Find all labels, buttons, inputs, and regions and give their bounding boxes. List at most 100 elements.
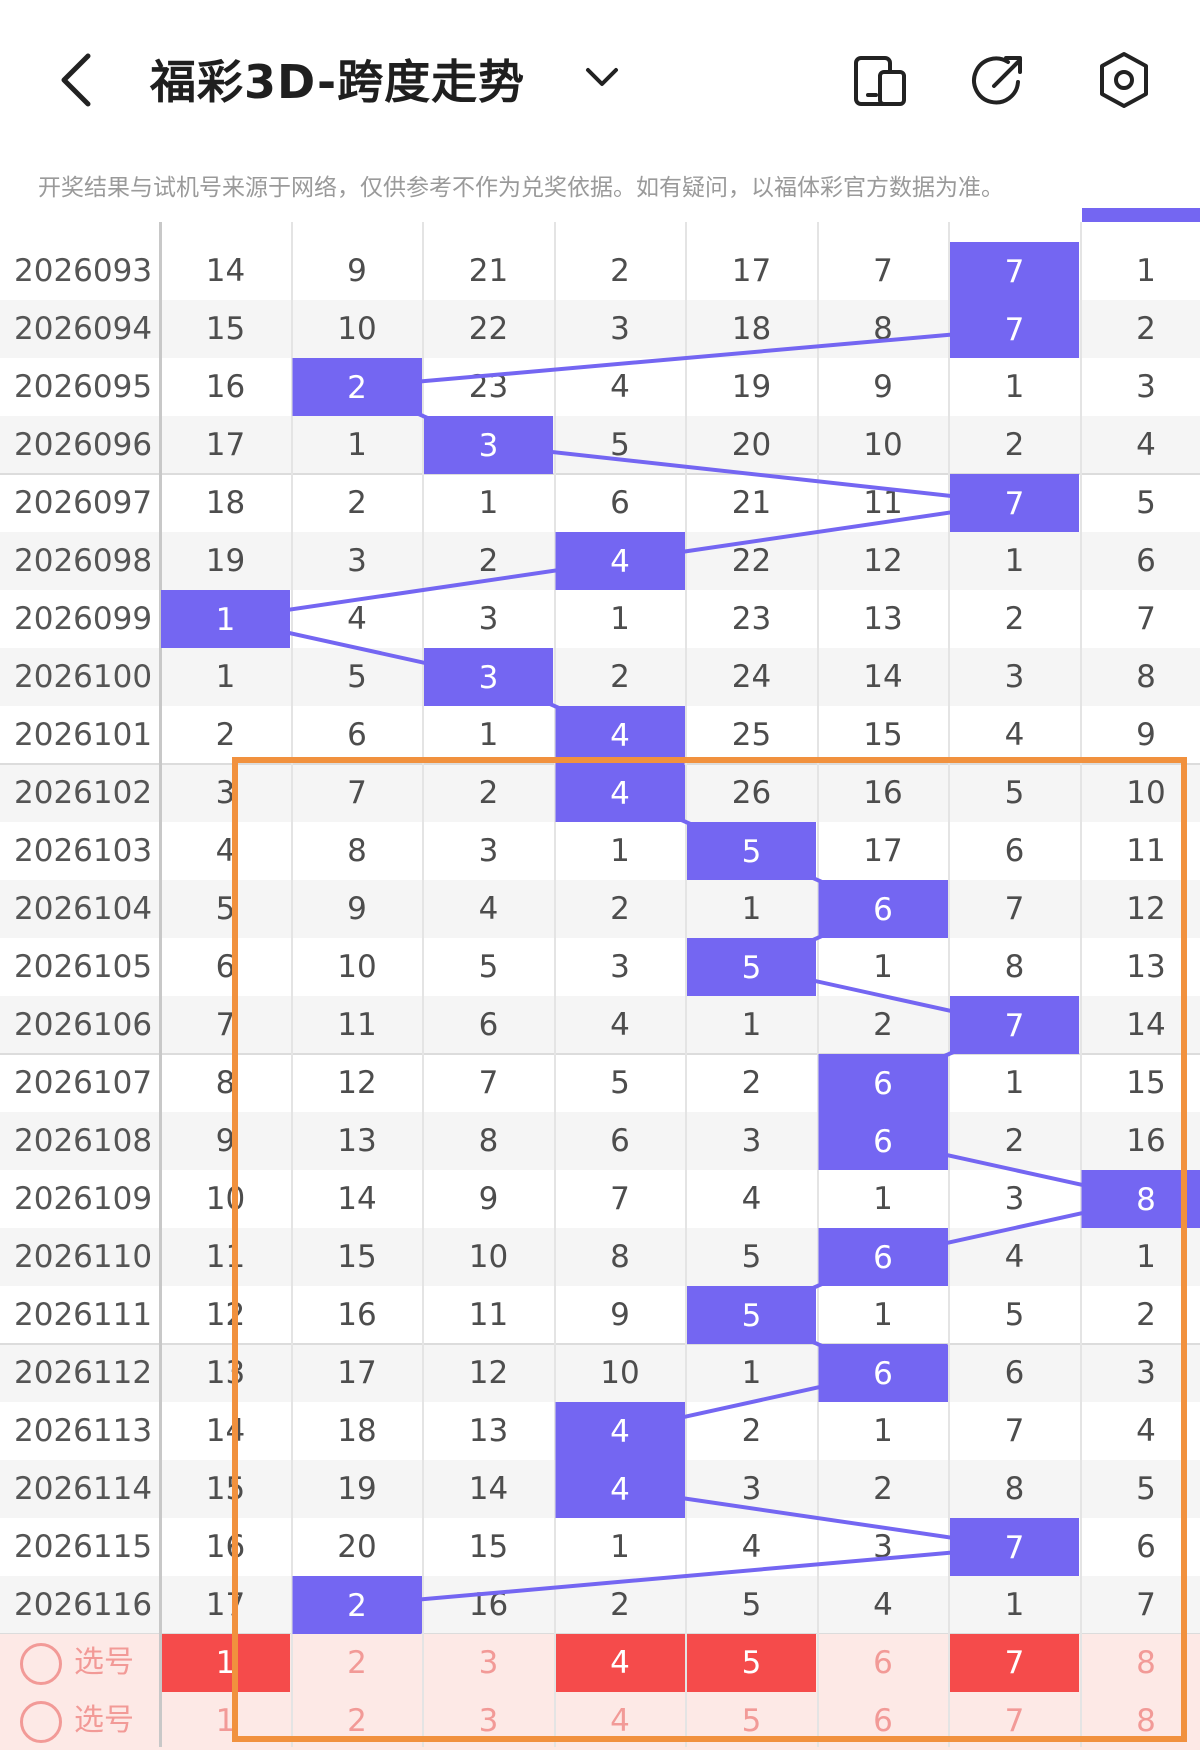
- omission-cell: 3: [424, 590, 553, 648]
- omission-cell: 10: [819, 416, 948, 474]
- omission-cell: 15: [819, 706, 948, 764]
- partial-row-hit: [1082, 208, 1200, 222]
- omission-cell: 24: [687, 648, 816, 706]
- omission-cell: 4: [293, 590, 422, 648]
- select-radio[interactable]: [20, 1643, 62, 1685]
- span-hit-cell: 7: [950, 242, 1079, 300]
- issue-number: 2026113: [14, 1402, 154, 1460]
- omission-cell: 23: [687, 590, 816, 648]
- issue-number: 2026103: [14, 822, 154, 880]
- issue-number: 2026107: [14, 1054, 154, 1112]
- omission-cell: 3: [556, 300, 685, 358]
- issue-number: 2026106: [14, 996, 154, 1054]
- omission-cell: 1: [950, 358, 1079, 416]
- issue-number: 2026099: [14, 590, 154, 648]
- omission-cell: 17: [687, 242, 816, 300]
- omission-cell: 2: [293, 474, 422, 532]
- span-hit-cell: 1: [161, 590, 290, 648]
- omission-cell: 10: [293, 300, 422, 358]
- issue-number: 2026116: [14, 1576, 154, 1634]
- omission-cell: 2: [556, 242, 685, 300]
- issue-number: 2026097: [14, 474, 154, 532]
- omission-cell: 2: [556, 648, 685, 706]
- issue-number: 2026110: [14, 1228, 154, 1286]
- omission-cell: 2: [1082, 300, 1200, 358]
- omission-cell: 3: [950, 648, 1079, 706]
- issue-number: 2026112: [14, 1344, 154, 1402]
- omission-cell: 21: [687, 474, 816, 532]
- omission-cell: 1: [424, 474, 553, 532]
- omission-cell: 6: [1082, 532, 1200, 590]
- omission-cell: 7: [819, 242, 948, 300]
- omission-cell: 14: [161, 242, 290, 300]
- span-hit-cell: 7: [950, 300, 1079, 358]
- issue-number: 2026105: [14, 938, 154, 996]
- span-hit-cell: 4: [556, 706, 685, 764]
- omission-cell: 22: [687, 532, 816, 590]
- omission-cell: 1: [556, 590, 685, 648]
- issue-number: 2026094: [14, 300, 154, 358]
- omission-cell: 17: [161, 416, 290, 474]
- issue-number: 2026108: [14, 1112, 154, 1170]
- issue-number: 2026109: [14, 1170, 154, 1228]
- omission-cell: 21: [424, 242, 553, 300]
- issue-number: 2026098: [14, 532, 154, 590]
- omission-cell: 8: [819, 300, 948, 358]
- omission-cell: 1: [424, 706, 553, 764]
- omission-cell: 2: [950, 416, 1079, 474]
- omission-cell: 4: [556, 358, 685, 416]
- omission-cell: 25: [687, 706, 816, 764]
- issue-number: 2026093: [14, 242, 154, 300]
- omission-cell: 8: [1082, 648, 1200, 706]
- omission-cell: 5: [1082, 474, 1200, 532]
- highlight-box: [232, 757, 1187, 1742]
- omission-cell: 1: [950, 532, 1079, 590]
- omission-cell: 3: [293, 532, 422, 590]
- span-hit-cell: 2: [293, 358, 422, 416]
- omission-cell: 11: [819, 474, 948, 532]
- omission-cell: 2: [161, 706, 290, 764]
- issue-number: 2026104: [14, 880, 154, 938]
- omission-cell: 9: [819, 358, 948, 416]
- column-divider: [159, 222, 162, 1747]
- omission-cell: 9: [1082, 706, 1200, 764]
- omission-cell: 13: [819, 590, 948, 648]
- issue-number: 2026096: [14, 416, 154, 474]
- omission-cell: 20: [687, 416, 816, 474]
- omission-cell: 15: [161, 300, 290, 358]
- omission-cell: 2: [950, 590, 1079, 648]
- omission-cell: 1: [293, 416, 422, 474]
- select-label: 选号: [74, 1634, 134, 1692]
- omission-cell: 19: [687, 358, 816, 416]
- omission-cell: 4: [950, 706, 1079, 764]
- omission-cell: 2: [424, 532, 553, 590]
- span-hit-cell: 3: [424, 648, 553, 706]
- issue-number: 2026114: [14, 1460, 154, 1518]
- span-hit-cell: 3: [424, 416, 553, 474]
- select-radio[interactable]: [20, 1701, 62, 1743]
- omission-cell: 18: [687, 300, 816, 358]
- omission-cell: 6: [293, 706, 422, 764]
- span-hit-cell: 7: [950, 474, 1079, 532]
- omission-cell: 12: [819, 532, 948, 590]
- select-label: 选号: [74, 1692, 134, 1750]
- issue-number: 2026115: [14, 1518, 154, 1576]
- omission-cell: 9: [293, 242, 422, 300]
- omission-cell: 4: [1082, 416, 1200, 474]
- omission-cell: 5: [293, 648, 422, 706]
- issue-number: 2026111: [14, 1286, 154, 1344]
- span-hit-cell: 4: [556, 532, 685, 590]
- issue-number: 2026102: [14, 764, 154, 822]
- omission-cell: 18: [161, 474, 290, 532]
- issue-number: 2026100: [14, 648, 154, 706]
- omission-cell: 22: [424, 300, 553, 358]
- omission-cell: 3: [1082, 358, 1200, 416]
- group-divider: [0, 473, 1200, 475]
- omission-cell: 19: [161, 532, 290, 590]
- omission-cell: 1: [161, 648, 290, 706]
- issue-number: 2026095: [14, 358, 154, 416]
- issue-number: 2026101: [14, 706, 154, 764]
- omission-cell: 6: [556, 474, 685, 532]
- omission-cell: 7: [1082, 590, 1200, 648]
- omission-cell: 1: [1082, 242, 1200, 300]
